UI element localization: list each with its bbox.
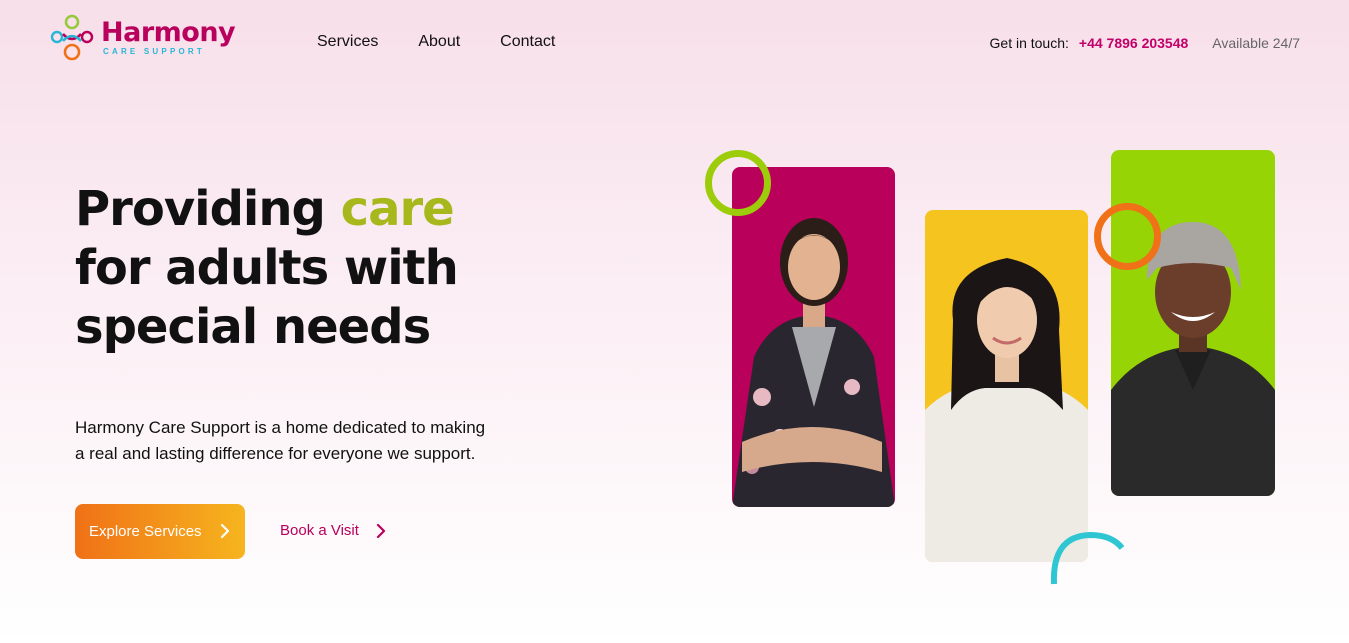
hero-title-part1: Providing bbox=[75, 181, 341, 237]
chevron-right-icon bbox=[220, 523, 230, 539]
chevron-right-icon bbox=[376, 523, 386, 538]
availability-text: Available 24/7 bbox=[1212, 35, 1300, 51]
logo-name: Harmony bbox=[101, 17, 236, 48]
hero-title-line3: special needs bbox=[75, 299, 431, 355]
logo[interactable]: Harmony CARE SUPPORT bbox=[49, 14, 236, 62]
orange-ring-decoration-icon bbox=[1094, 203, 1161, 270]
hero-title-line2: for adults with bbox=[75, 240, 459, 296]
book-visit-link[interactable]: Book a Visit bbox=[280, 522, 387, 539]
harmony-logo-icon bbox=[50, 14, 94, 61]
site-header: Harmony CARE SUPPORT Services About Cont… bbox=[0, 0, 1349, 86]
phone-link[interactable]: +44 7896 203548 bbox=[1079, 35, 1188, 51]
explore-services-button[interactable]: Explore Services bbox=[75, 504, 245, 559]
photo-card-1 bbox=[732, 167, 895, 507]
person-photo-woman-long-hair bbox=[925, 258, 1088, 562]
hero-title: Providing care for adults with special n… bbox=[75, 180, 459, 357]
photo-card-2 bbox=[925, 210, 1088, 562]
explore-services-label: Explore Services bbox=[89, 523, 202, 540]
nav-link-contact[interactable]: Contact bbox=[500, 33, 555, 51]
nav-link-services[interactable]: Services bbox=[317, 33, 378, 51]
person-photo-woman-dark-hair bbox=[732, 218, 895, 507]
hero-title-accent: care bbox=[340, 181, 455, 237]
main-nav: Services About Contact bbox=[317, 33, 555, 51]
green-ring-decoration-icon bbox=[705, 150, 771, 216]
logo-tagline: CARE SUPPORT bbox=[103, 47, 205, 56]
book-visit-label: Book a Visit bbox=[280, 522, 359, 539]
hero-description: Harmony Care Support is a home dedicated… bbox=[75, 418, 486, 463]
contact-label: Get in touch: bbox=[989, 35, 1069, 51]
nav-link-about[interactable]: About bbox=[418, 33, 460, 51]
cyan-arc-decoration-icon bbox=[1050, 531, 1125, 585]
contact-info: Get in touch: +44 7896 203548 Available … bbox=[990, 35, 1300, 51]
